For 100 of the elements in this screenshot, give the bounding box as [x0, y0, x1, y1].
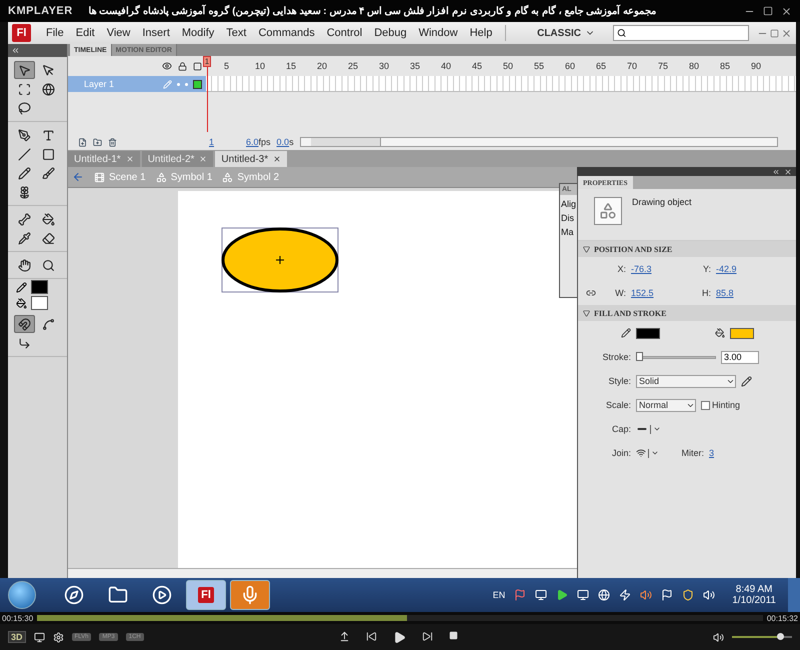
monitor-icon	[34, 632, 45, 642]
section-header[interactable]: POSITION AND SIZE	[578, 241, 796, 257]
start-button[interactable]	[8, 581, 36, 609]
slider-thumb[interactable]	[636, 352, 643, 360]
menu-item[interactable]: File	[41, 25, 69, 41]
maximize-icon	[763, 6, 773, 16]
menu-item[interactable]: Modify	[176, 25, 220, 41]
field-label: Miter:	[680, 448, 704, 458]
menu-item[interactable]: Insert	[137, 25, 175, 41]
eye-icon[interactable]	[162, 61, 172, 71]
playhead[interactable]: 1	[203, 56, 211, 132]
pen-nib-icon	[18, 128, 31, 142]
shield-icon[interactable]	[682, 589, 694, 601]
language-indicator[interactable]: EN	[492, 590, 506, 600]
menu-item[interactable]: Edit	[70, 25, 100, 41]
workspace-dropdown[interactable]: CLASSIC	[531, 26, 601, 40]
elapsed-time: 00:15:30	[2, 614, 34, 622]
fill-color-swatch[interactable]	[31, 296, 48, 310]
width-value[interactable]: 152.5	[631, 288, 686, 298]
zoom-icon	[42, 258, 55, 272]
pencil-icon	[163, 80, 172, 88]
link-icon[interactable]	[586, 288, 596, 298]
paint-bucket-icon	[715, 328, 725, 338]
previous-button[interactable]	[366, 630, 377, 644]
menu-item[interactable]: Debug	[369, 25, 412, 41]
disclosure-triangle-icon	[583, 246, 590, 252]
document-tab[interactable]: Untitled-3*	[215, 151, 288, 167]
taskbar-app[interactable]: Fl	[186, 580, 226, 610]
unit-label: s	[289, 137, 294, 147]
outline-color-swatch[interactable]	[193, 80, 202, 88]
stroke-color-swatch[interactable]	[636, 328, 660, 338]
collapse-icon[interactable]	[11, 46, 20, 55]
volume-icon[interactable]	[703, 589, 716, 601]
close-icon[interactable]	[784, 168, 792, 176]
new-layer-icon[interactable]	[78, 138, 87, 146]
scrollbar[interactable]	[300, 137, 778, 147]
app-logo: Fl	[12, 24, 31, 42]
height-value[interactable]: 85.8	[716, 288, 771, 298]
close-icon[interactable]	[273, 155, 282, 163]
collapse-icon[interactable]	[772, 168, 780, 176]
current-frame[interactable]: 1	[209, 137, 214, 147]
elapsed-time[interactable]: 0.0	[276, 137, 290, 147]
maximize-button[interactable]	[770, 28, 779, 38]
clock[interactable]: 8:49 AM 1/10/2011	[732, 584, 776, 606]
back-arrow-icon[interactable]	[72, 171, 84, 183]
3d-mode-button[interactable]: 3D	[8, 631, 26, 643]
frame-number: 80	[689, 61, 700, 71]
flower-icon	[18, 186, 31, 198]
hand-icon	[18, 258, 31, 272]
frame-number: 50	[503, 61, 514, 71]
eyedropper-icon	[18, 232, 31, 244]
section-header[interactable]: FILL AND STROKE	[578, 305, 796, 321]
text-tool-icon	[42, 128, 55, 142]
stroke-input[interactable]: 3.00	[721, 350, 759, 364]
menu-item[interactable]: Commands	[253, 25, 320, 41]
new-folder-icon[interactable]	[93, 138, 102, 146]
outline-icon[interactable]	[193, 62, 202, 70]
search-field[interactable]	[613, 25, 749, 41]
frame-rate[interactable]: 6.0	[246, 137, 259, 147]
stroke-color-swatch[interactable]	[31, 280, 48, 294]
lock-icon[interactable]	[178, 62, 187, 70]
monitor-icon[interactable]	[577, 589, 590, 601]
trash-icon[interactable]	[108, 138, 117, 146]
eject-button[interactable]	[338, 630, 350, 644]
globe-icon[interactable]	[598, 589, 610, 601]
tool-button[interactable]	[14, 315, 35, 333]
close-button[interactable]	[781, 28, 792, 38]
close-button[interactable]	[781, 6, 792, 16]
speaker-icon[interactable]	[640, 589, 652, 601]
playlist-button[interactable]	[34, 632, 45, 642]
pencil-icon[interactable]	[741, 376, 752, 386]
selected-ellipse-drawing[interactable]	[222, 228, 338, 292]
scale-dropdown[interactable]: Normal	[636, 398, 696, 412]
miter-value[interactable]: 3	[709, 448, 764, 458]
maximize-button[interactable]	[763, 6, 773, 16]
hinting-checkbox[interactable]: Hinting	[701, 400, 740, 410]
menu-item[interactable]: View	[102, 25, 136, 41]
monitor-icon[interactable]	[535, 589, 548, 601]
join-dropdown[interactable]	[636, 448, 659, 458]
play-icon[interactable]	[556, 589, 568, 601]
cap-dropdown[interactable]	[636, 423, 661, 435]
menu-item[interactable]: Control	[322, 25, 368, 41]
tool-button[interactable]	[14, 61, 35, 79]
style-dropdown[interactable]: Solid	[636, 374, 736, 388]
play-button[interactable]	[392, 630, 406, 644]
menu-item[interactable]: Text	[221, 25, 252, 41]
lightning-icon[interactable]	[619, 589, 632, 601]
x-value[interactable]: -76.3	[631, 264, 686, 274]
scrollbar[interactable]	[68, 568, 577, 578]
settings-button[interactable]	[52, 632, 64, 642]
next-button[interactable]	[422, 630, 433, 644]
volume-button[interactable]	[713, 632, 724, 642]
rectangle-icon	[42, 148, 55, 160]
field-label: Stroke:	[601, 352, 631, 362]
field-label: W:	[614, 288, 626, 298]
menu-item[interactable]: Window	[414, 25, 463, 41]
seek-bar[interactable]	[37, 615, 763, 621]
y-value[interactable]: -42.9	[716, 264, 771, 274]
fill-color-swatch[interactable]	[730, 328, 754, 338]
menu-item[interactable]: Help	[464, 25, 498, 41]
